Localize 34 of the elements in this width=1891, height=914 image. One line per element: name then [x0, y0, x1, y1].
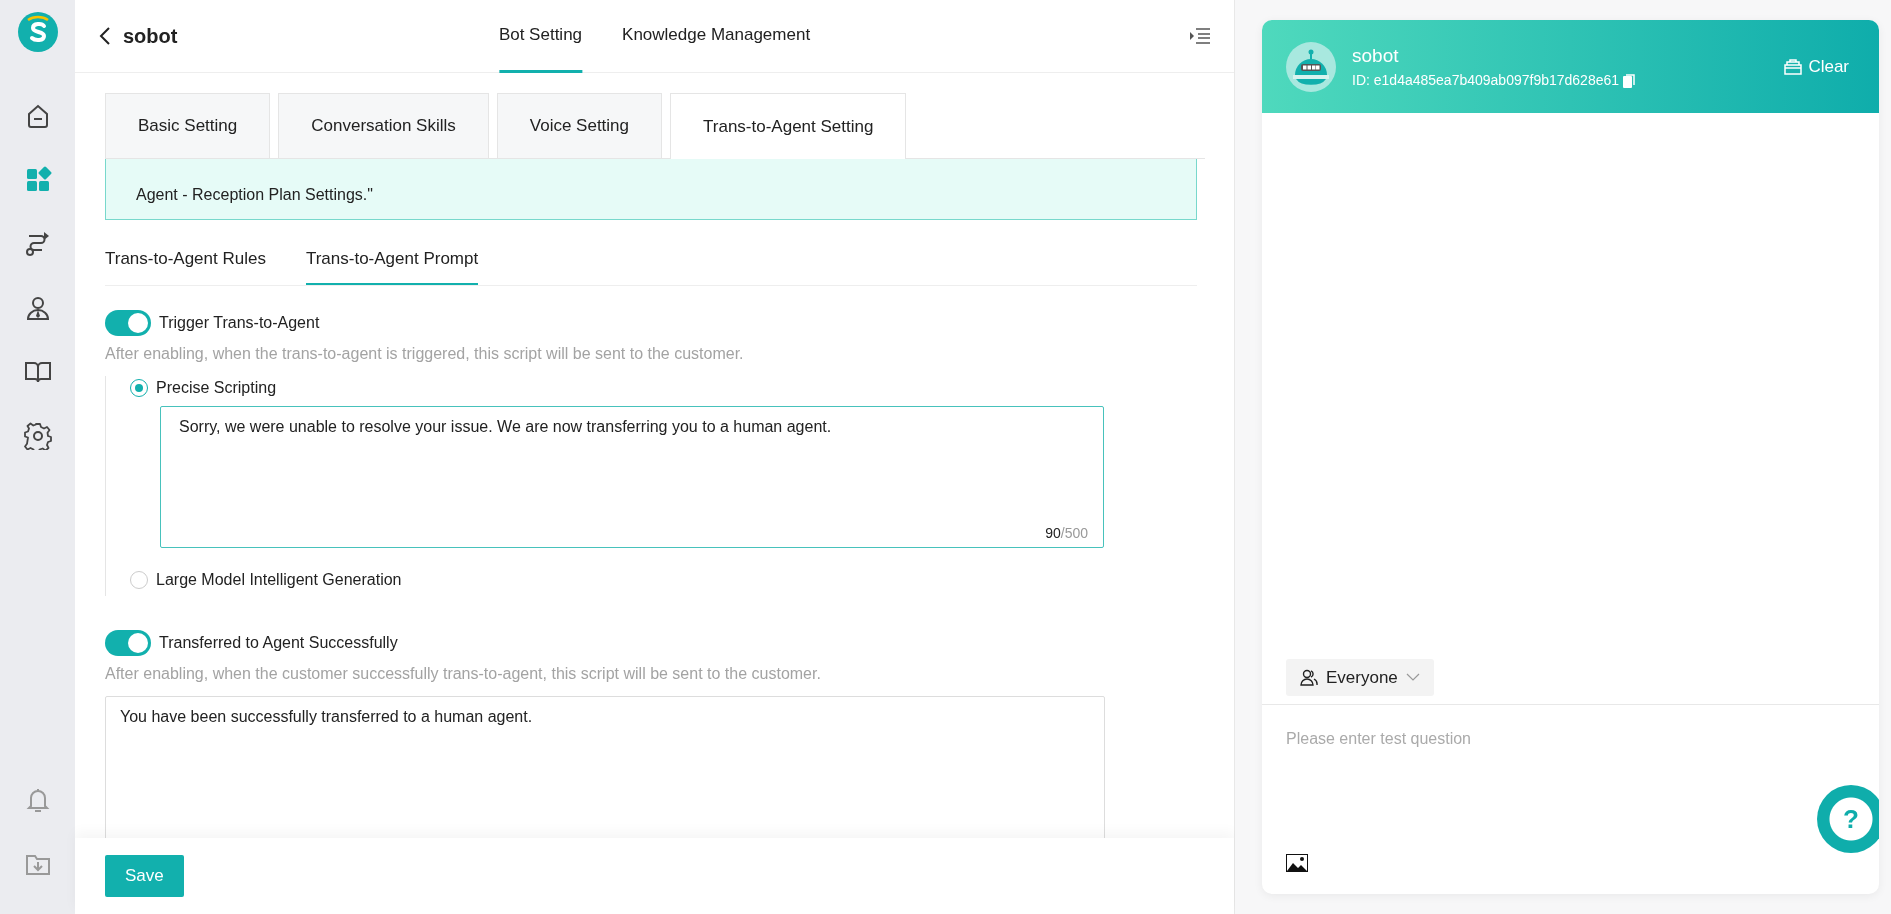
setting-tab[interactable]: Trans-to-Agent Setting — [670, 93, 907, 159]
toggle-label: Trigger Trans-to-Agent — [159, 313, 320, 333]
back-icon[interactable] — [99, 27, 111, 45]
setting-tab[interactable]: Basic Setting — [105, 93, 271, 158]
settings-icon[interactable] — [23, 422, 52, 450]
setting-tab[interactable]: Voice Setting — [496, 93, 663, 158]
sub-tab[interactable]: Trans-to-Agent Prompt — [305, 233, 479, 285]
toggle-switch[interactable] — [105, 630, 151, 656]
toggle-label: Transferred to Agent Successfully — [159, 633, 398, 653]
hint-text: After enabling, when the trans-to-agent is triggered, this script will be sent to the customer. — [105, 344, 745, 364]
menu-icon[interactable] — [1190, 28, 1210, 44]
nav-tab[interactable]: Knowledge Management — [622, 0, 811, 73]
page-title: sobot — [123, 24, 178, 49]
script-textarea[interactable]: You have been successfully transferred to a human agent. — [105, 696, 1105, 838]
radio-button[interactable] — [130, 571, 148, 589]
image-icon[interactable] — [1286, 854, 1308, 872]
users-icon — [1300, 668, 1318, 686]
setting-tab[interactable]: Conversation Skills — [278, 93, 489, 158]
logo-icon — [17, 12, 58, 52]
bot-id: ID: e1d4a485ea7b409ab097f9b17d628e61 — [1352, 71, 1620, 91]
radio-label: Precise Scripting — [156, 378, 277, 398]
caret-icon — [1405, 673, 1420, 682]
nav-tab[interactable]: Bot Setting — [498, 0, 583, 73]
sub-tab[interactable]: Trans-to-Agent Rules — [105, 233, 266, 285]
hint-text: After enabling, when the customer successfully trans-to-agent, this script will be sent to the customer. — [105, 664, 822, 684]
toolbox-icon — [1784, 58, 1803, 75]
toggle-switch[interactable] — [105, 310, 151, 336]
radio-button[interactable] — [130, 379, 148, 397]
radio-label: Large Model Intelligent Generation — [156, 570, 402, 590]
notice-text: Agent - Reception Plan Settings." — [105, 158, 1197, 220]
robot-avatar-icon — [1286, 41, 1336, 92]
audience-dropdown[interactable]: Everyone — [1286, 658, 1434, 696]
character-counter: 90/500 — [1045, 524, 1088, 543]
bot-name: sobot — [1352, 43, 1400, 68]
